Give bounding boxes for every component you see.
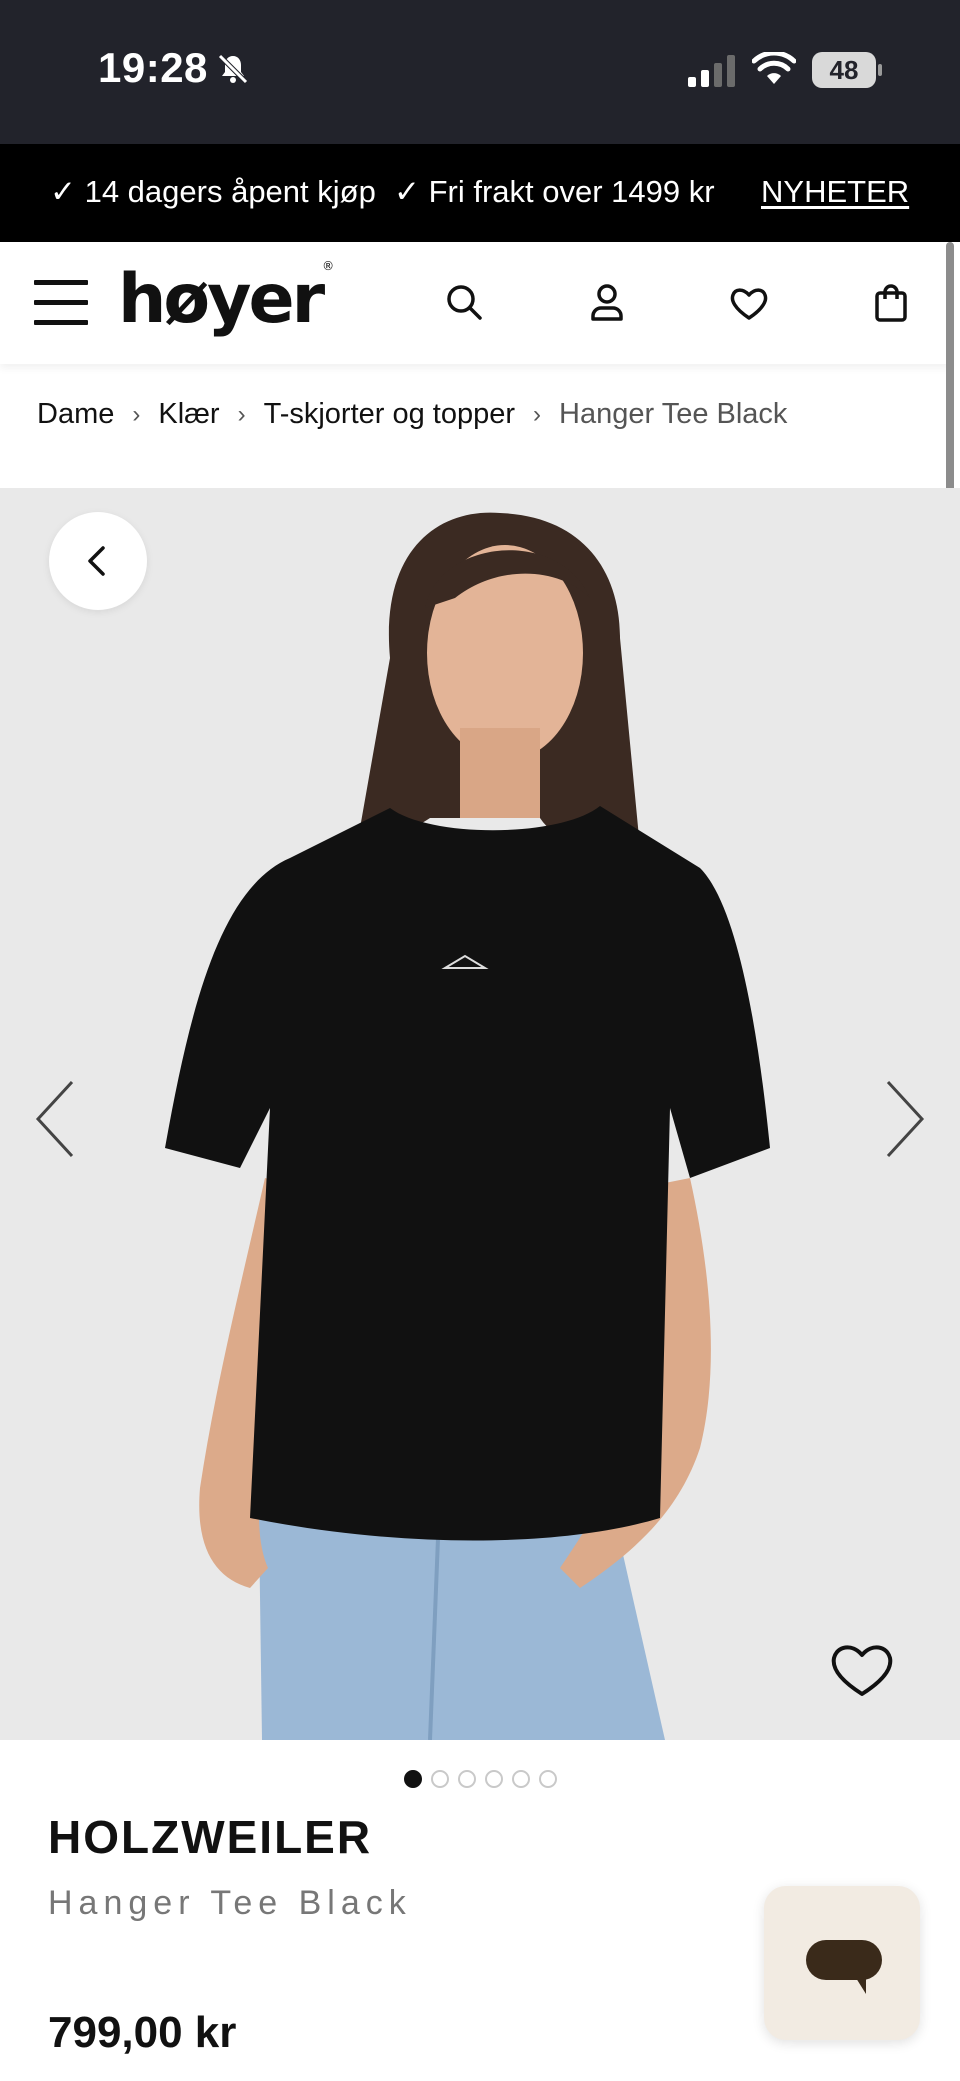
product-brand[interactable]: HOLZWEILER [48,1810,372,1864]
promo-free-shipping: ✓ Fri frakt over 1499 kr [394,174,715,209]
breadcrumb-item-dame[interactable]: Dame [37,398,114,431]
chat-bubble-icon [806,1940,882,1994]
menu-icon[interactable] [34,280,88,326]
promo-bar: ✓ 14 dagers åpent kjøp ✓ Fri frakt over … [0,144,960,242]
product-image [165,512,770,1740]
status-time: 19:28 [98,44,208,91]
gallery-dot[interactable] [458,1770,476,1788]
logo[interactable]: høyer® [118,259,334,339]
status-bar: 19:28 48 [0,0,960,144]
next-image-arrow-icon[interactable] [880,1074,930,1164]
add-to-wishlist-heart-icon[interactable] [828,1638,896,1700]
promo-open-purchase: ✓ 14 dagers åpent kjøp [50,174,376,209]
account-icon[interactable] [582,278,632,328]
search-icon[interactable] [440,278,490,328]
breadcrumb-separator: › [237,400,246,428]
breadcrumb-separator: › [533,400,542,428]
gallery-dot[interactable] [404,1770,422,1788]
battery-level: 48 [812,52,876,88]
chat-button[interactable] [764,1886,920,2040]
product-price: 799,00 kr [48,2008,237,2057]
gallery-dot[interactable] [431,1770,449,1788]
heart-icon[interactable] [724,278,774,328]
promo-news-link[interactable]: NYHETER [761,174,909,210]
previous-image-arrow-icon[interactable] [30,1074,80,1164]
breadcrumb-current: Hanger Tee Black [559,398,788,430]
breadcrumb: Dame › Klær › T-skjorter og topper › Han… [37,398,787,431]
chevron-left-icon [88,546,105,576]
product-name: Hanger Tee Black [48,1884,412,1922]
breadcrumb-item-t-skjorter[interactable]: T-skjorter og topper [264,398,515,431]
bag-icon[interactable] [866,278,916,328]
breadcrumb-separator: › [132,400,141,428]
bell-slash-icon [218,54,248,84]
gallery-dot[interactable] [512,1770,530,1788]
battery-icon: 48 [812,52,882,88]
gallery-pagination [404,1770,557,1790]
site-header: høyer® [0,242,950,364]
wifi-icon [752,52,796,84]
signal-icon [688,55,735,87]
gallery-dot[interactable] [539,1770,557,1788]
gallery-dot[interactable] [485,1770,503,1788]
product-image-gallery[interactable] [0,488,960,1740]
breadcrumb-item-klaer[interactable]: Klær [158,398,219,431]
back-button[interactable] [49,512,147,610]
